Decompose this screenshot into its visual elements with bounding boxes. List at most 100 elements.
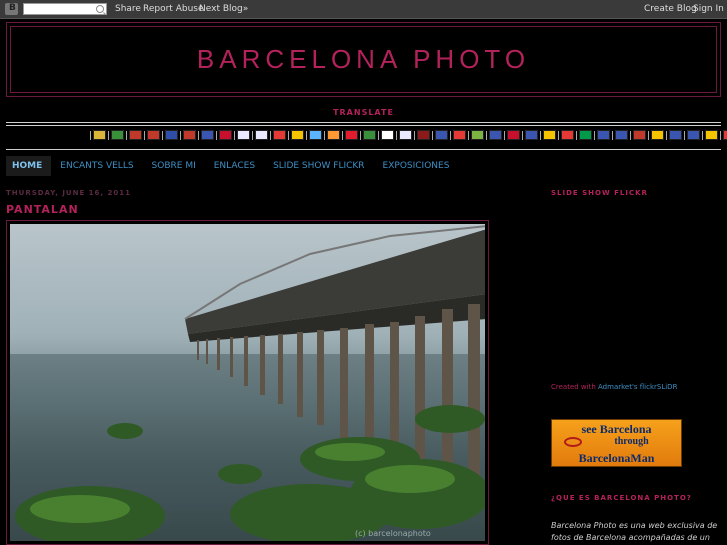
flag-icon[interactable] [309, 130, 322, 140]
sidebar-que-es-title: ¿QUE ES BARCELONA PHOTO? [551, 494, 692, 502]
flag-separator [666, 130, 667, 140]
flag-separator [306, 130, 307, 140]
translate-flags [90, 129, 727, 141]
flag-separator [684, 130, 685, 140]
flag-icon[interactable] [453, 130, 466, 140]
flag-icon[interactable] [705, 130, 718, 140]
flag-icon[interactable] [219, 130, 232, 140]
flag-icon[interactable] [417, 130, 430, 140]
flag-separator [522, 130, 523, 140]
flag-separator [558, 130, 559, 140]
sign-in-link[interactable]: Sign In [693, 4, 724, 14]
sidebar-credit: Created with Admarket's flickrSLiDR [551, 383, 677, 391]
flag-separator [450, 130, 451, 140]
flag-separator [504, 130, 505, 140]
flag-separator [720, 130, 721, 140]
flag-icon[interactable] [165, 130, 178, 140]
tab-enlaces[interactable]: ENLACES [205, 156, 264, 176]
flag-icon[interactable] [129, 130, 142, 140]
flag-separator [468, 130, 469, 140]
flag-icon[interactable] [345, 130, 358, 140]
flag-icon[interactable] [183, 130, 196, 140]
flag-icon[interactable] [633, 130, 646, 140]
flag-icon[interactable] [147, 130, 160, 140]
tab-home[interactable]: HOME [6, 156, 52, 176]
tab-encants-vells[interactable]: ENCANTS VELLS [51, 156, 142, 176]
flag-icon[interactable] [543, 130, 556, 140]
flag-separator [180, 130, 181, 140]
site-title[interactable]: BARCELONA PHOTO [11, 44, 716, 75]
credit-link[interactable]: Admarket's flickrSLiDR [598, 383, 677, 391]
photo-watermark: (c) barcelonaphoto [355, 529, 431, 538]
flag-separator [342, 130, 343, 140]
flag-icon[interactable] [327, 130, 340, 140]
translate-label: TRANSLATE [333, 108, 394, 117]
tab-slide-show-flickr[interactable]: SLIDE SHOW FLICKR [264, 156, 373, 176]
create-blog-link[interactable]: Create Blog [644, 4, 697, 14]
flag-icon[interactable] [237, 130, 250, 140]
pier-photo-drawing: (c) barcelonaphoto [10, 225, 485, 541]
blogger-logo-icon[interactable]: B [5, 3, 18, 15]
flag-separator [324, 130, 325, 140]
flag-separator [612, 130, 613, 140]
barcelonaman-banner[interactable]: see Barcelona through BarcelonaMan [551, 419, 682, 467]
divider-top [6, 122, 721, 123]
divider-bottom [6, 149, 721, 150]
flag-icon[interactable] [597, 130, 610, 140]
post-title[interactable]: PANTALAN [6, 203, 79, 216]
tab-sobre-mi[interactable]: SOBRE MI [143, 156, 205, 176]
report-abuse-link[interactable]: Report Abuse [143, 4, 204, 14]
next-blog-link[interactable]: Next Blog» [199, 4, 248, 14]
flag-separator [234, 130, 235, 140]
flag-separator [288, 130, 289, 140]
flag-separator [594, 130, 595, 140]
flag-icon[interactable] [93, 130, 106, 140]
flag-separator [360, 130, 361, 140]
flag-separator [216, 130, 217, 140]
banner-line-3: BarcelonaMan [578, 451, 655, 465]
navbar-search-input[interactable] [23, 3, 107, 15]
page-tabs: HOME ENCANTS VELLS SOBRE MI ENLACES SLIDE SH… [6, 156, 458, 176]
flag-separator [144, 130, 145, 140]
flag-separator [648, 130, 649, 140]
banner-line-1: see Barcelona [581, 422, 652, 436]
flag-separator [162, 130, 163, 140]
flag-separator [108, 130, 109, 140]
flag-icon[interactable] [381, 130, 394, 140]
flag-icon[interactable] [255, 130, 268, 140]
post-date: Thursday, June 16, 2011 [6, 189, 131, 197]
flag-separator [486, 130, 487, 140]
flag-separator [126, 130, 127, 140]
flag-icon[interactable] [489, 130, 502, 140]
flag-icon[interactable] [507, 130, 520, 140]
flag-icon[interactable] [561, 130, 574, 140]
search-icon[interactable] [96, 5, 104, 13]
flag-separator [270, 130, 271, 140]
flag-icon[interactable] [579, 130, 592, 140]
header-inner-border: BARCELONA PHOTO [10, 26, 717, 93]
flag-separator [90, 130, 91, 140]
flag-icon[interactable] [651, 130, 664, 140]
blog-header: BARCELONA PHOTO [6, 22, 721, 97]
flag-icon[interactable] [687, 130, 700, 140]
share-link[interactable]: Share [115, 4, 141, 14]
flag-icon[interactable] [399, 130, 412, 140]
flag-icon[interactable] [111, 130, 124, 140]
flag-icon[interactable] [201, 130, 214, 140]
flag-separator [540, 130, 541, 140]
flag-icon[interactable] [525, 130, 538, 140]
flag-icon[interactable] [363, 130, 376, 140]
flag-icon[interactable] [435, 130, 448, 140]
pier-photo[interactable]: (c) barcelonaphoto [10, 224, 485, 541]
flag-separator [396, 130, 397, 140]
sidebar-description: Barcelona Photo es una web exclusiva de … [551, 521, 718, 542]
flag-icon[interactable] [615, 130, 628, 140]
flag-icon[interactable] [471, 130, 484, 140]
tab-exposiciones[interactable]: EXPOSICIONES [374, 156, 459, 176]
flag-separator [414, 130, 415, 140]
flag-icon[interactable] [291, 130, 304, 140]
flag-icon[interactable] [669, 130, 682, 140]
flag-icon[interactable] [273, 130, 286, 140]
flag-separator [630, 130, 631, 140]
flag-icon[interactable] [723, 130, 727, 140]
